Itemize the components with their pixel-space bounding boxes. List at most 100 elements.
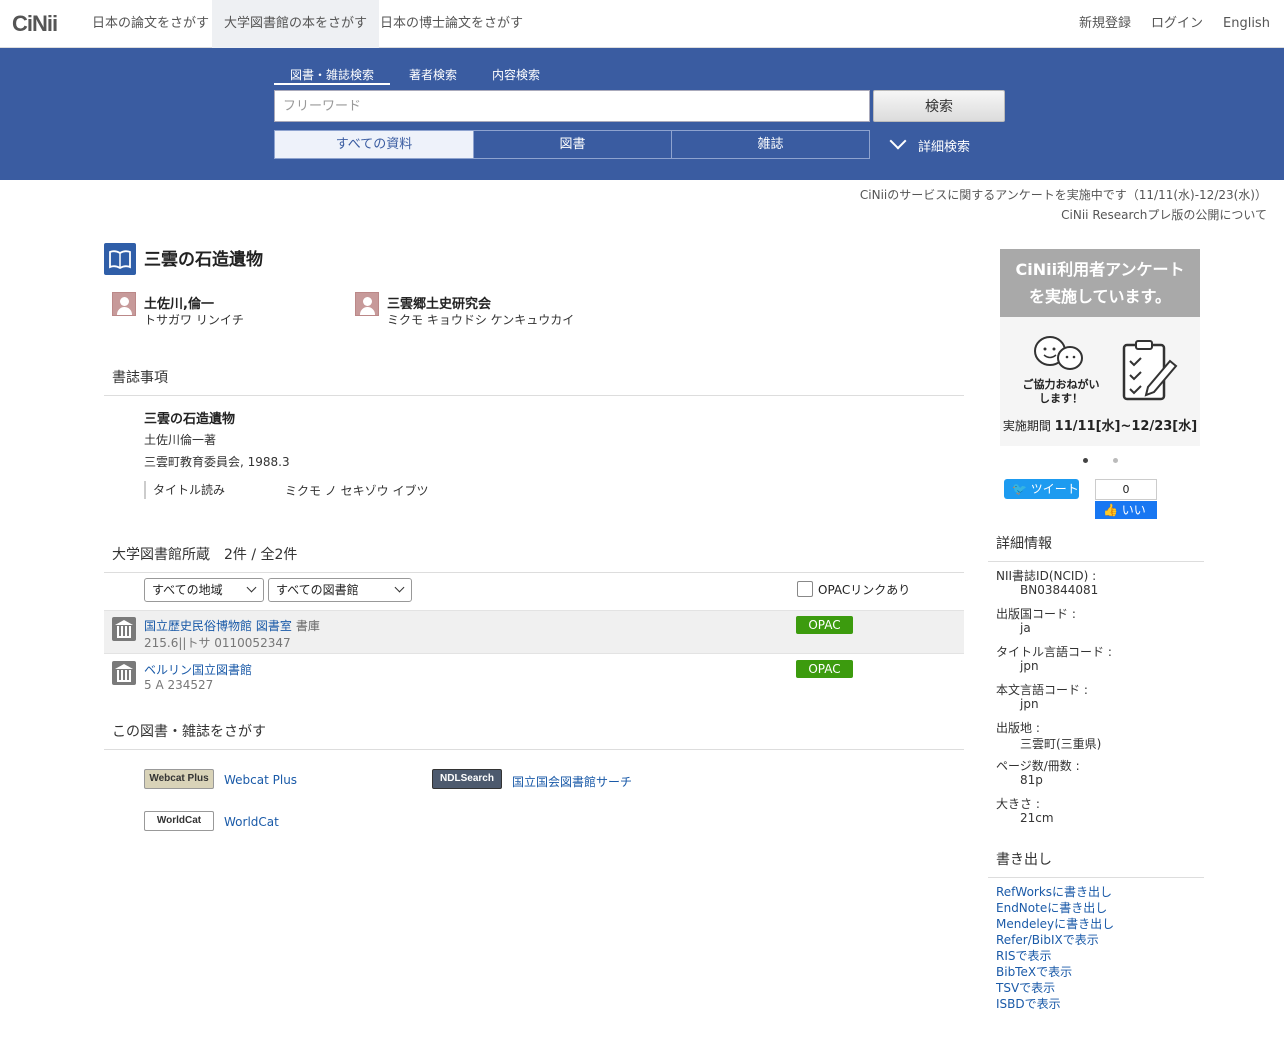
export-refworks-link[interactable]: RefWorksに書き出し	[996, 883, 1112, 900]
banner-period-label: 実施期間	[1002, 419, 1051, 433]
export-tsv-link[interactable]: TSVで表示	[996, 979, 1055, 996]
survey-banner[interactable]: CiNii利用者アンケート を実施しています。 ご協力おねがい します！ 実施期…	[1000, 249, 1200, 446]
export-endnote-link[interactable]: EndNoteに書き出し	[996, 899, 1107, 916]
holding-call-number: 215.6||トサ 0110052347	[144, 636, 291, 650]
top-navigation: CiNii 日本の論文をさがす 大学図書館の本をさがす 日本の博士論文をさがす …	[0, 0, 1284, 48]
holding-row: ベルリン国立図書館 5 A 234527 OPAC	[104, 655, 964, 699]
export-refer-link[interactable]: Refer/BibIXで表示	[996, 931, 1099, 948]
library-icon	[112, 617, 136, 641]
export-heading: 書き出し	[988, 849, 1204, 878]
nav-tab-books[interactable]: 大学図書館の本をさがす	[212, 0, 380, 48]
search-button[interactable]: 検索	[873, 90, 1005, 122]
biblio-author: 土佐川倫一著	[144, 433, 217, 447]
title-reading-value: ミクモ ノ セキゾウ イブツ	[285, 484, 429, 498]
carousel-dot[interactable]	[1113, 458, 1118, 463]
detail-value: 81p	[1020, 773, 1043, 787]
author-kana: ミクモ キョウドシ ケンキュウカイ	[387, 313, 575, 327]
holding-row: 国立歴史民俗博物館 図書室 書庫 215.6||トサ 0110052347 OPA…	[104, 610, 964, 654]
cinii-logo[interactable]: CiNii	[12, 11, 58, 37]
worldcat-logo[interactable]: WorldCat	[144, 811, 214, 831]
detail-value: 21cm	[1020, 811, 1054, 825]
person-icon	[355, 292, 379, 316]
twitter-bird-icon: 🐦	[1012, 482, 1027, 496]
library-link[interactable]: ベルリン国立図書館	[144, 663, 252, 677]
clipboard-icon	[1122, 340, 1178, 401]
library-select-value: すべての図書館	[276, 583, 359, 597]
page-title: 三雲の石造遺物	[144, 250, 263, 270]
login-link[interactable]: ログイン	[1151, 0, 1203, 48]
chevron-down-icon	[394, 582, 405, 593]
chevron-down-icon	[889, 132, 907, 150]
opac-button[interactable]: OPAC	[796, 660, 853, 678]
worldcat-link[interactable]: WorldCat	[224, 815, 279, 829]
banner-period-value: 11/11[水]~12/23[水]	[1054, 419, 1198, 434]
holding-location: 書庫	[295, 619, 320, 633]
detail-label: 大きさ :	[996, 797, 1040, 811]
holding-library: ベルリン国立図書館	[144, 661, 256, 678]
library-select[interactable]: すべての図書館	[268, 578, 412, 602]
webcat-plus-logo[interactable]: Webcat Plus	[144, 769, 214, 789]
export-mendeley-link[interactable]: Mendeleyに書き出し	[996, 915, 1114, 932]
detail-value: 三雲町(三重県)	[1020, 737, 1102, 751]
author-name[interactable]: 三雲郷土史研究会	[387, 293, 491, 312]
tab-author-search[interactable]: 著者検索	[409, 66, 457, 83]
detail-value: ja	[1020, 621, 1031, 635]
opac-button[interactable]: OPAC	[796, 616, 853, 634]
author-name[interactable]: 土佐川,倫一	[144, 293, 214, 312]
holding-library: 国立歴史民俗博物館 図書室 書庫	[144, 617, 320, 634]
banner-line-2: を実施しています。	[1029, 287, 1171, 306]
filter-books[interactable]: 図書	[473, 130, 672, 159]
tab-book-search[interactable]: 図書・雑誌検索	[274, 66, 391, 85]
detail-label: 出版地 :	[996, 721, 1040, 735]
search-input[interactable]	[274, 90, 870, 122]
register-link[interactable]: 新規登録	[1079, 0, 1131, 48]
person-icon	[112, 292, 136, 316]
detail-value: jpn	[1020, 697, 1039, 711]
detail-value: jpn	[1020, 659, 1039, 673]
webcat-plus-link[interactable]: Webcat Plus	[224, 773, 297, 787]
banner-heading: CiNii利用者アンケート を実施しています。	[1000, 249, 1200, 317]
tweet-button[interactable]: 🐦 ツイート	[1004, 479, 1079, 499]
opac-filter-checkbox[interactable]	[797, 581, 813, 597]
bibliography-heading: 書誌事項	[104, 367, 964, 396]
ndl-search-logo[interactable]: NDLSearch	[432, 769, 502, 789]
survey-notice-link[interactable]: CiNiiのサービスに関するアンケートを実施中です（11/11(水)-12/23…	[860, 186, 1267, 203]
region-select-value: すべての地域	[152, 583, 223, 597]
holdings-heading: 大学図書館所蔵 2件 / 全2件	[104, 544, 964, 573]
research-notice-link[interactable]: CiNii Researchプレ版の公開について	[1061, 206, 1267, 223]
library-link[interactable]: 国立歴史民俗博物館 図書室	[144, 619, 292, 633]
advanced-search-label: 詳細検索	[918, 140, 971, 155]
english-link[interactable]: English	[1223, 0, 1270, 48]
detail-label: NII書誌ID(NCID) :	[996, 569, 1097, 583]
biblio-publisher: 三雲町教育委員会, 1988.3	[144, 455, 290, 469]
filter-all-materials[interactable]: すべての資料	[274, 130, 474, 159]
tab-content-search[interactable]: 内容検索	[492, 66, 540, 83]
advanced-search-link[interactable]: 詳細検索	[889, 132, 971, 155]
tweet-label: ツイート	[1030, 482, 1079, 496]
ndl-search-link[interactable]: 国立国会図書館サーチ	[512, 773, 632, 790]
export-ris-link[interactable]: RISで表示	[996, 947, 1052, 964]
speech-bubbles-icon	[1034, 336, 1083, 370]
thumbs-up-icon: 👍	[1103, 503, 1118, 517]
banner-cooperation-text: ご協力おねがい します！	[1022, 378, 1100, 405]
region-select[interactable]: すべての地域	[144, 578, 264, 602]
nav-tab-dissertations[interactable]: 日本の博士論文をさがす	[368, 0, 535, 48]
banner-period: 実施期間 11/11[水]~12/23[水]	[1000, 415, 1200, 434]
detail-label: ページ数/冊数 :	[996, 759, 1080, 773]
opac-filter-label: OPACリンクあり	[818, 583, 911, 597]
export-bibtex-link[interactable]: BibTeXで表示	[996, 963, 1072, 980]
carousel-dot-active[interactable]	[1083, 458, 1088, 463]
search-area: 図書・雑誌検索 著者検索 内容検索 検索 すべての資料 図書 雑誌 詳細検索	[0, 48, 1284, 180]
title-reading-label: タイトル読み	[144, 481, 225, 499]
banner-line-1: CiNii利用者アンケート	[1015, 260, 1185, 279]
facebook-like-button[interactable]: 👍 いいね	[1095, 501, 1157, 535]
nav-tab-articles[interactable]: 日本の論文をさがす	[80, 0, 221, 48]
details-heading: 詳細情報	[988, 533, 1204, 562]
holding-call-number: 5 A 234527	[144, 678, 214, 692]
book-icon	[104, 243, 136, 275]
chevron-down-icon	[246, 582, 257, 593]
export-isbd-link[interactable]: ISBDで表示	[996, 995, 1061, 1012]
detail-label: タイトル言語コード :	[996, 645, 1112, 659]
detail-label: 本文言語コード :	[996, 683, 1088, 697]
filter-journals[interactable]: 雑誌	[671, 130, 870, 159]
